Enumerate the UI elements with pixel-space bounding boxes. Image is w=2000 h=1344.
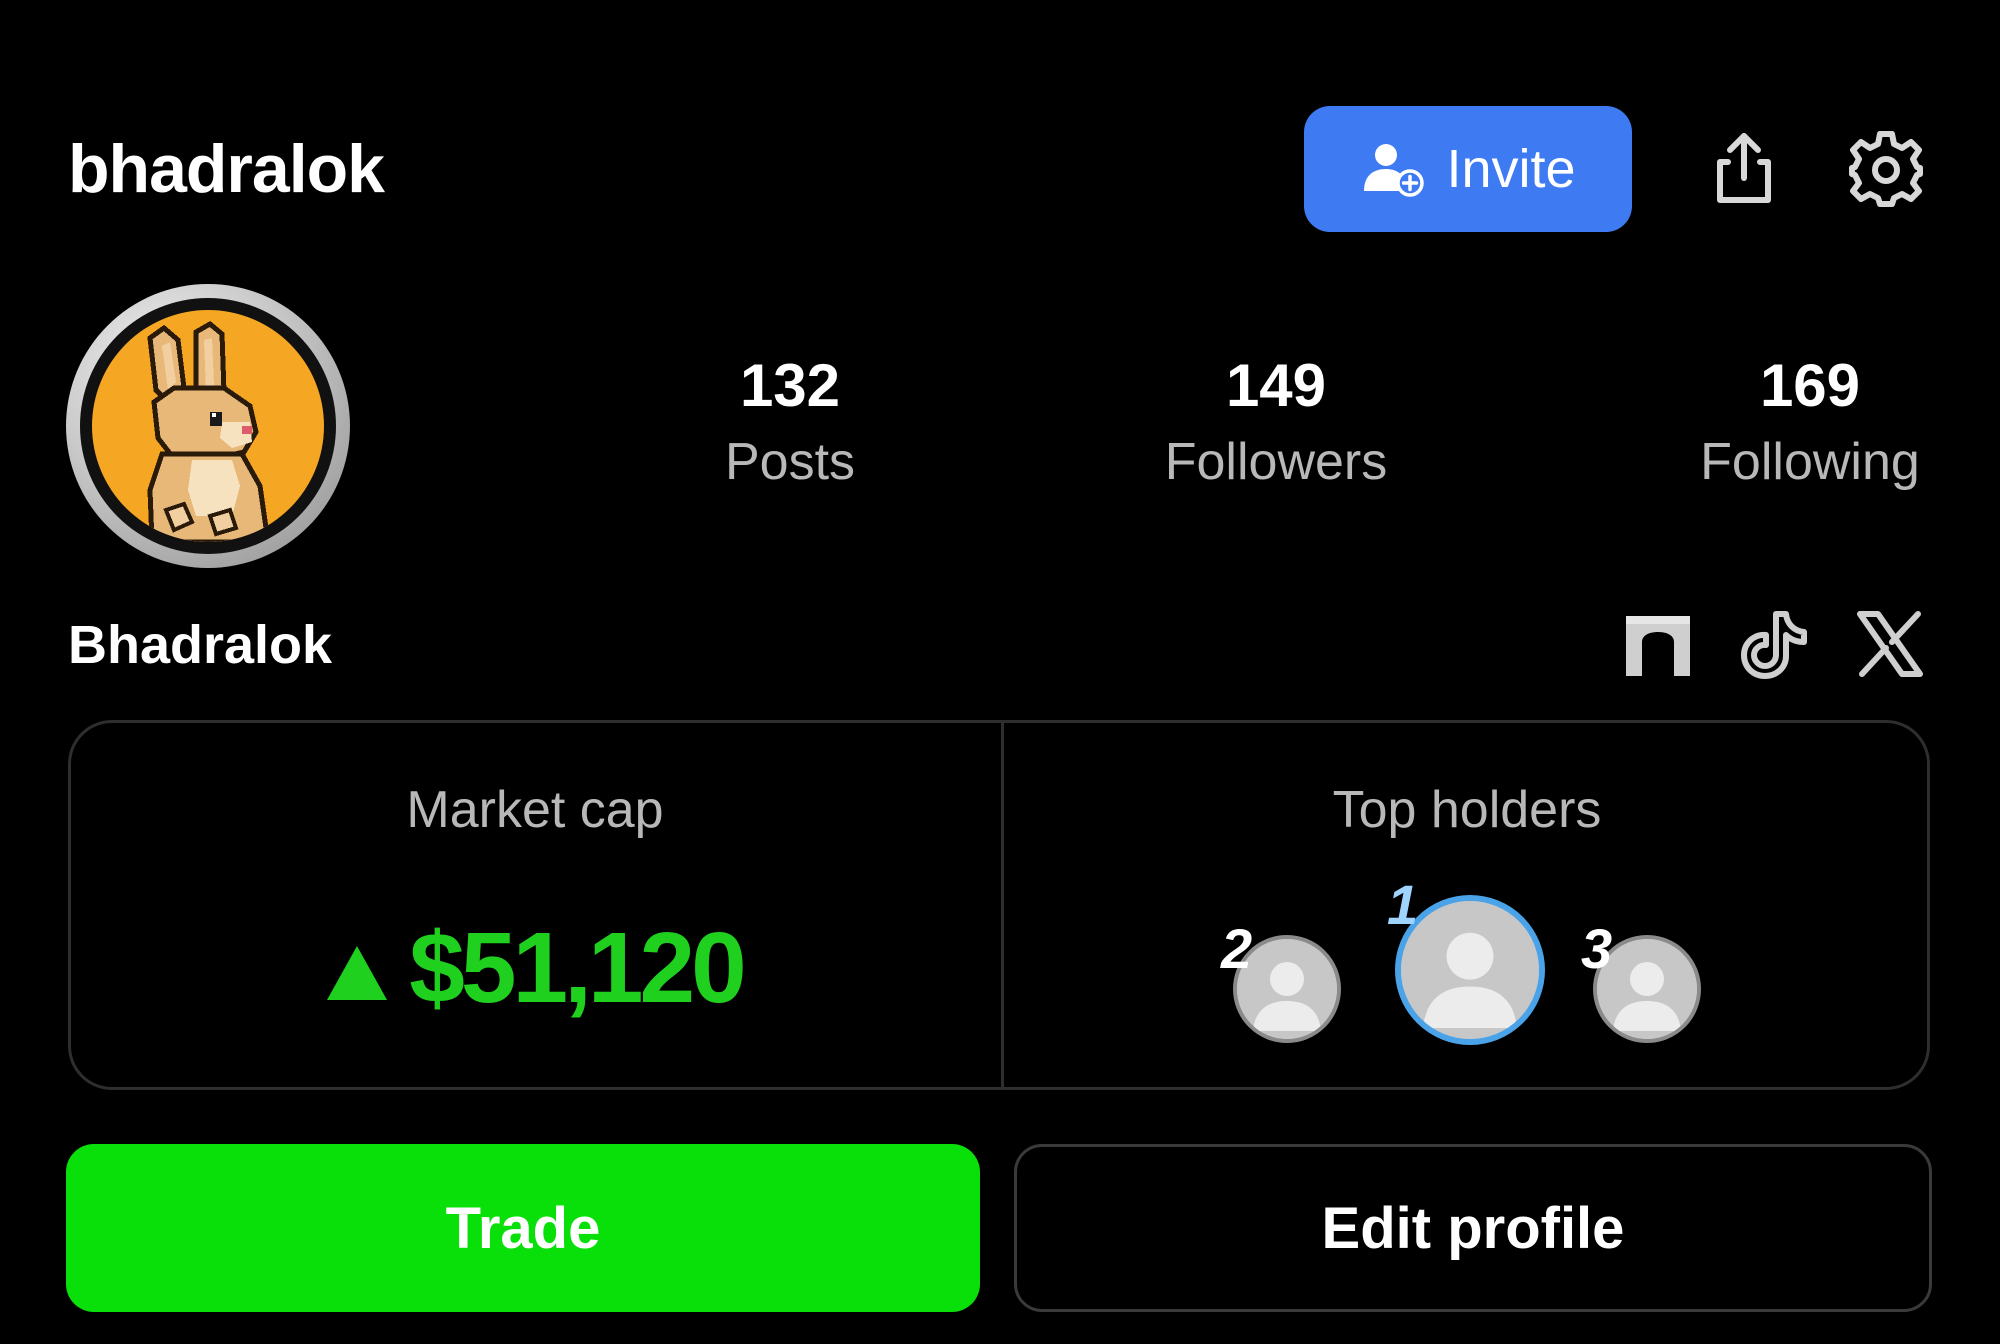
- token-stats-card: Market cap $51,120 Top holders 2 1 3: [68, 720, 1930, 1090]
- holder-rank-1: 1: [1387, 873, 1419, 936]
- arch-gate-icon: [1626, 616, 1690, 676]
- trend-up-icon: [327, 946, 388, 1000]
- stat-label: Posts: [724, 433, 856, 491]
- tiktok-icon: [1741, 611, 1807, 679]
- stat-value: 169: [1759, 352, 1861, 419]
- x-icon: [1857, 611, 1923, 677]
- invite-user-icon: [1364, 144, 1425, 197]
- invite-label: Invite: [1446, 139, 1576, 199]
- share-icon: [1717, 133, 1771, 203]
- settings-button[interactable]: [1846, 128, 1926, 208]
- market-cap-value-row: $51,120: [71, 913, 999, 1023]
- social-link-x[interactable]: [1852, 606, 1928, 682]
- social-link-tiktok[interactable]: [1736, 606, 1812, 682]
- share-button[interactable]: [1704, 128, 1784, 208]
- edit-profile-button[interactable]: Edit profile: [1014, 1144, 1932, 1312]
- trade-button[interactable]: Trade: [66, 1144, 980, 1312]
- username: bhadralok: [68, 131, 385, 207]
- stat-posts[interactable]: 132 Posts: [640, 350, 940, 492]
- rabbit-avatar-icon: [147, 320, 271, 542]
- holder-rank-3: 3: [1581, 917, 1613, 980]
- card-divider: [1001, 723, 1004, 1087]
- top-holders-title: Top holders: [1332, 781, 1602, 839]
- display-name: Bhadralok: [68, 615, 333, 675]
- user-placeholder-icon: [1401, 901, 1539, 1039]
- stat-value: 149: [1225, 352, 1327, 419]
- settings-gear-icon: [1849, 131, 1923, 207]
- stat-label: Followers: [1164, 433, 1388, 491]
- stat-followers[interactable]: 149 Followers: [1126, 350, 1426, 492]
- stat-following[interactable]: 169 Following: [1660, 350, 1960, 492]
- social-link-arch[interactable]: [1620, 606, 1696, 682]
- market-cap-value: $51,120: [409, 912, 746, 1024]
- holder-rank-2: 2: [1221, 917, 1253, 980]
- profile-avatar[interactable]: [66, 284, 350, 568]
- stat-label: Following: [1700, 433, 1920, 491]
- stat-value: 132: [739, 352, 841, 419]
- invite-button[interactable]: Invite: [1304, 106, 1632, 232]
- market-cap-title: Market cap: [406, 781, 664, 839]
